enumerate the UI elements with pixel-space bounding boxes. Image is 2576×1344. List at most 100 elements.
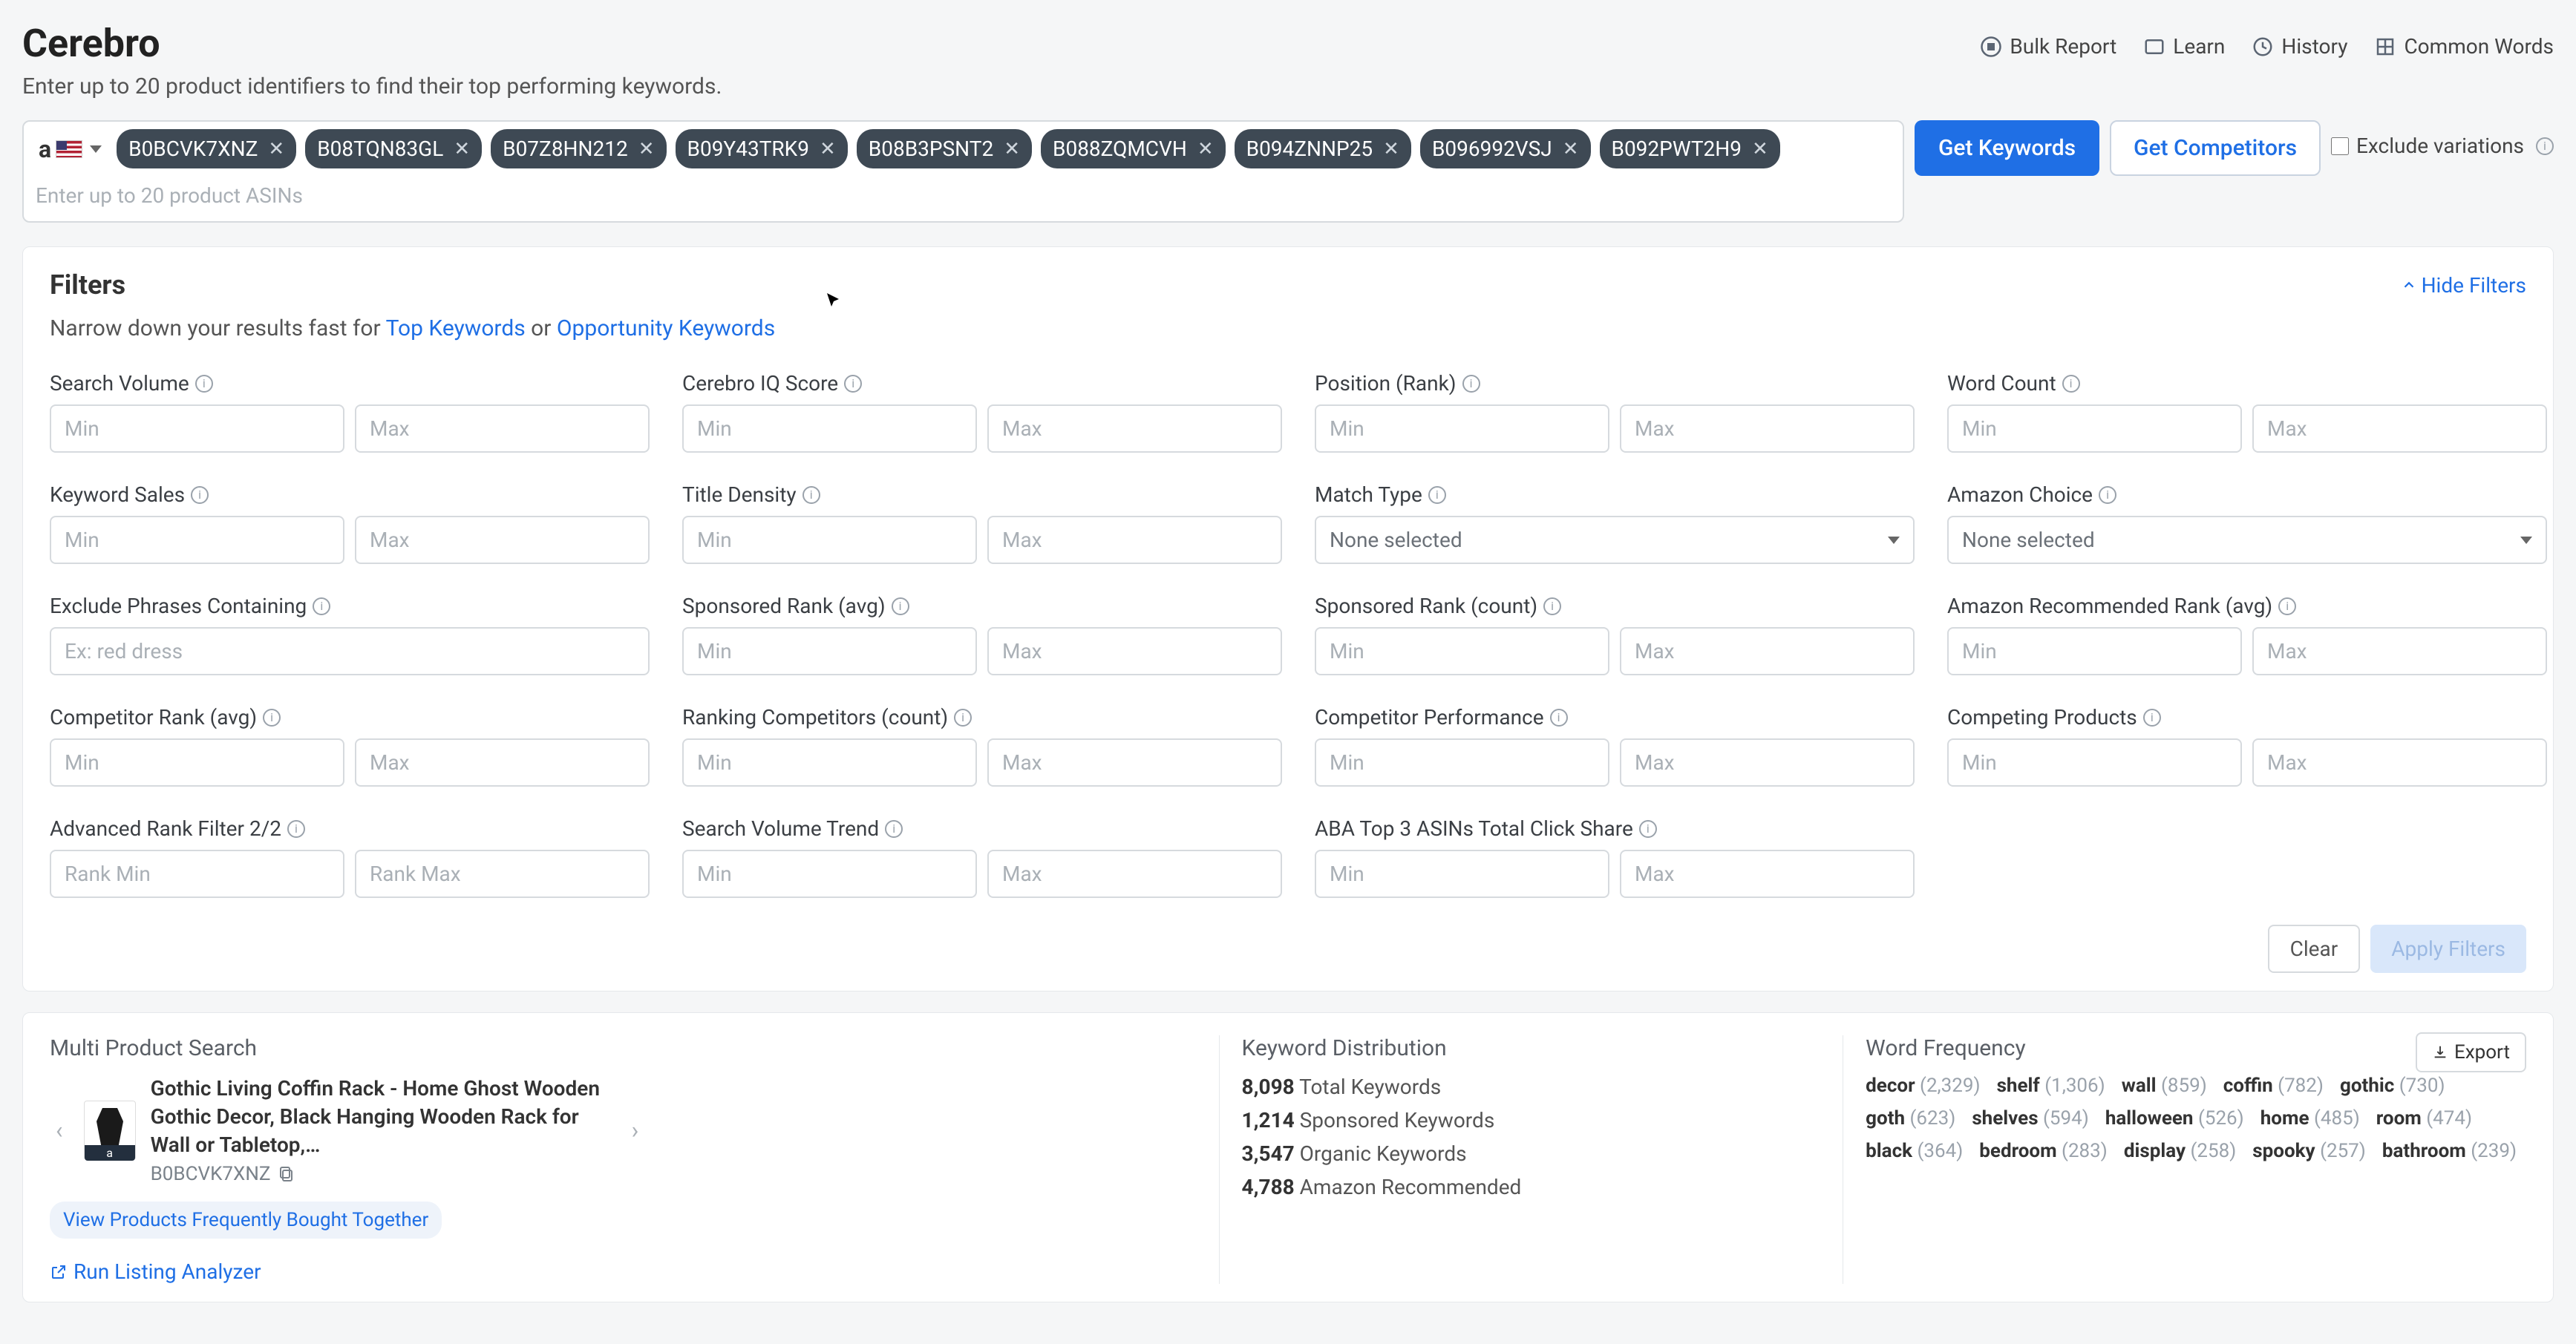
info-icon[interactable]: i xyxy=(2062,375,2080,393)
hide-filters-toggle[interactable]: Hide Filters xyxy=(2401,273,2526,298)
product-title[interactable]: Gothic Living Coffin Rack - Home Ghost W… xyxy=(151,1075,611,1158)
top-keywords-link[interactable]: Top Keywords xyxy=(386,315,526,341)
amazon-rec-rank-avg-max[interactable] xyxy=(2252,627,2547,675)
wf-item[interactable]: wall (859) xyxy=(2122,1075,2207,1097)
adv-rank-2-rank-min[interactable] xyxy=(50,850,344,898)
competing-products-min[interactable] xyxy=(1947,738,2242,787)
asin-input-box[interactable]: a B0BCVK7XNZ✕ B08TQN83GL✕ B07Z8HN212✕ B0… xyxy=(22,120,1904,223)
next-product-button[interactable]: › xyxy=(626,1116,645,1144)
remove-tag-icon[interactable]: ✕ xyxy=(1563,138,1579,160)
sponsored-rank-count-min[interactable] xyxy=(1315,627,1609,675)
cerebro-iq-max[interactable] xyxy=(987,404,1282,453)
aba-top3-min[interactable] xyxy=(1315,850,1609,898)
title-density-min[interactable] xyxy=(682,516,977,564)
remove-tag-icon[interactable]: ✕ xyxy=(268,138,284,160)
wf-item[interactable]: spooky (257) xyxy=(2252,1140,2366,1162)
wf-item[interactable]: gothic (730) xyxy=(2340,1075,2445,1097)
wf-item[interactable]: goth (623) xyxy=(1866,1107,1955,1130)
common-words-button[interactable]: Common Words xyxy=(2374,34,2554,59)
word-count-min[interactable] xyxy=(1947,404,2242,453)
word-count-max[interactable] xyxy=(2252,404,2547,453)
search-volume-min[interactable] xyxy=(50,404,344,453)
info-icon[interactable]: i xyxy=(1543,597,1561,615)
remove-tag-icon[interactable]: ✕ xyxy=(638,138,655,160)
info-icon[interactable]: i xyxy=(2099,486,2116,504)
match-type-select[interactable]: None selected xyxy=(1315,516,1915,564)
asin-text-input[interactable] xyxy=(33,177,1894,214)
info-icon[interactable]: i xyxy=(954,709,972,727)
info-icon[interactable]: i xyxy=(287,820,305,838)
apply-filters-button[interactable]: Apply Filters xyxy=(2370,925,2526,973)
info-icon[interactable]: i xyxy=(313,597,330,615)
wf-item[interactable]: home (485) xyxy=(2260,1107,2360,1130)
info-icon[interactable]: i xyxy=(1639,820,1657,838)
sponsored-rank-count-max[interactable] xyxy=(1620,627,1915,675)
keyword-sales-min[interactable] xyxy=(50,516,344,564)
wf-item[interactable]: shelves (594) xyxy=(1972,1107,2089,1130)
run-listing-analyzer-link[interactable]: Run Listing Analyzer xyxy=(50,1259,1189,1284)
adv-rank-2-rank-max[interactable] xyxy=(355,850,650,898)
search-volume-trend-max[interactable] xyxy=(987,850,1282,898)
info-icon[interactable]: i xyxy=(2143,709,2161,727)
wf-item[interactable]: bathroom (239) xyxy=(2382,1140,2517,1162)
competitor-performance-max[interactable] xyxy=(1620,738,1915,787)
exclude-phrases-input[interactable] xyxy=(50,627,650,675)
amazon-rec-rank-avg-min[interactable] xyxy=(1947,627,2242,675)
exclude-variations-checkbox[interactable]: Exclude variations i xyxy=(2331,120,2554,158)
info-icon[interactable]: i xyxy=(802,486,820,504)
wf-item[interactable]: shelf (1,306) xyxy=(1997,1075,2105,1097)
sponsored-rank-avg-max[interactable] xyxy=(987,627,1282,675)
info-icon[interactable]: i xyxy=(195,375,213,393)
product-thumbnail[interactable]: a xyxy=(84,1101,136,1160)
competing-products-max[interactable] xyxy=(2252,738,2547,787)
learn-button[interactable]: Learn xyxy=(2143,34,2225,59)
position-rank-min[interactable] xyxy=(1315,404,1609,453)
clear-filters-button[interactable]: Clear xyxy=(2268,925,2361,973)
title-density-max[interactable] xyxy=(987,516,1282,564)
aba-top3-max[interactable] xyxy=(1620,850,1915,898)
search-volume-max[interactable] xyxy=(355,404,650,453)
get-keywords-button[interactable]: Get Keywords xyxy=(1915,120,2099,176)
wf-item[interactable]: decor (2,329) xyxy=(1866,1075,1980,1097)
competitor-rank-avg-max[interactable] xyxy=(355,738,650,787)
info-icon[interactable]: i xyxy=(844,375,862,393)
remove-tag-icon[interactable]: ✕ xyxy=(1197,138,1214,160)
opportunity-keywords-link[interactable]: Opportunity Keywords xyxy=(557,315,775,341)
export-button[interactable]: Export xyxy=(2416,1032,2526,1072)
remove-tag-icon[interactable]: ✕ xyxy=(820,138,836,160)
prev-product-button[interactable]: ‹ xyxy=(50,1116,69,1144)
info-icon[interactable]: i xyxy=(885,820,903,838)
wf-item[interactable]: display (258) xyxy=(2124,1140,2236,1162)
bulk-report-button[interactable]: Bulk Report xyxy=(1980,34,2116,59)
info-icon[interactable]: i xyxy=(1428,486,1446,504)
wf-item[interactable]: coffin (782) xyxy=(2223,1075,2324,1097)
competitor-rank-avg-min[interactable] xyxy=(50,738,344,787)
history-button[interactable]: History xyxy=(2252,34,2347,59)
remove-tag-icon[interactable]: ✕ xyxy=(454,138,470,160)
amazon-choice-select[interactable]: None selected xyxy=(1947,516,2547,564)
keyword-sales-max[interactable] xyxy=(355,516,650,564)
wf-item[interactable]: bedroom (283) xyxy=(1979,1140,2108,1162)
competitor-performance-min[interactable] xyxy=(1315,738,1609,787)
remove-tag-icon[interactable]: ✕ xyxy=(1383,138,1399,160)
wf-item[interactable]: halloween (526) xyxy=(2105,1107,2244,1130)
info-icon[interactable]: i xyxy=(2278,597,2296,615)
ranking-competitors-max[interactable] xyxy=(987,738,1282,787)
remove-tag-icon[interactable]: ✕ xyxy=(1004,138,1020,160)
sponsored-rank-avg-min[interactable] xyxy=(682,627,977,675)
cerebro-iq-min[interactable] xyxy=(682,404,977,453)
info-icon[interactable]: i xyxy=(1550,709,1568,727)
info-icon[interactable]: i xyxy=(263,709,281,727)
view-fbt-button[interactable]: View Products Frequently Bought Together xyxy=(50,1202,442,1239)
copy-icon[interactable] xyxy=(278,1165,295,1183)
ranking-competitors-min[interactable] xyxy=(682,738,977,787)
info-icon[interactable]: i xyxy=(892,597,909,615)
wf-item[interactable]: room (474) xyxy=(2376,1107,2472,1130)
search-volume-trend-min[interactable] xyxy=(682,850,977,898)
exclude-variations-input[interactable] xyxy=(2331,137,2349,155)
info-icon[interactable]: i xyxy=(191,486,209,504)
get-competitors-button[interactable]: Get Competitors xyxy=(2110,120,2321,176)
remove-tag-icon[interactable]: ✕ xyxy=(1752,138,1768,160)
position-rank-max[interactable] xyxy=(1620,404,1915,453)
wf-item[interactable]: black (364) xyxy=(1866,1140,1963,1162)
